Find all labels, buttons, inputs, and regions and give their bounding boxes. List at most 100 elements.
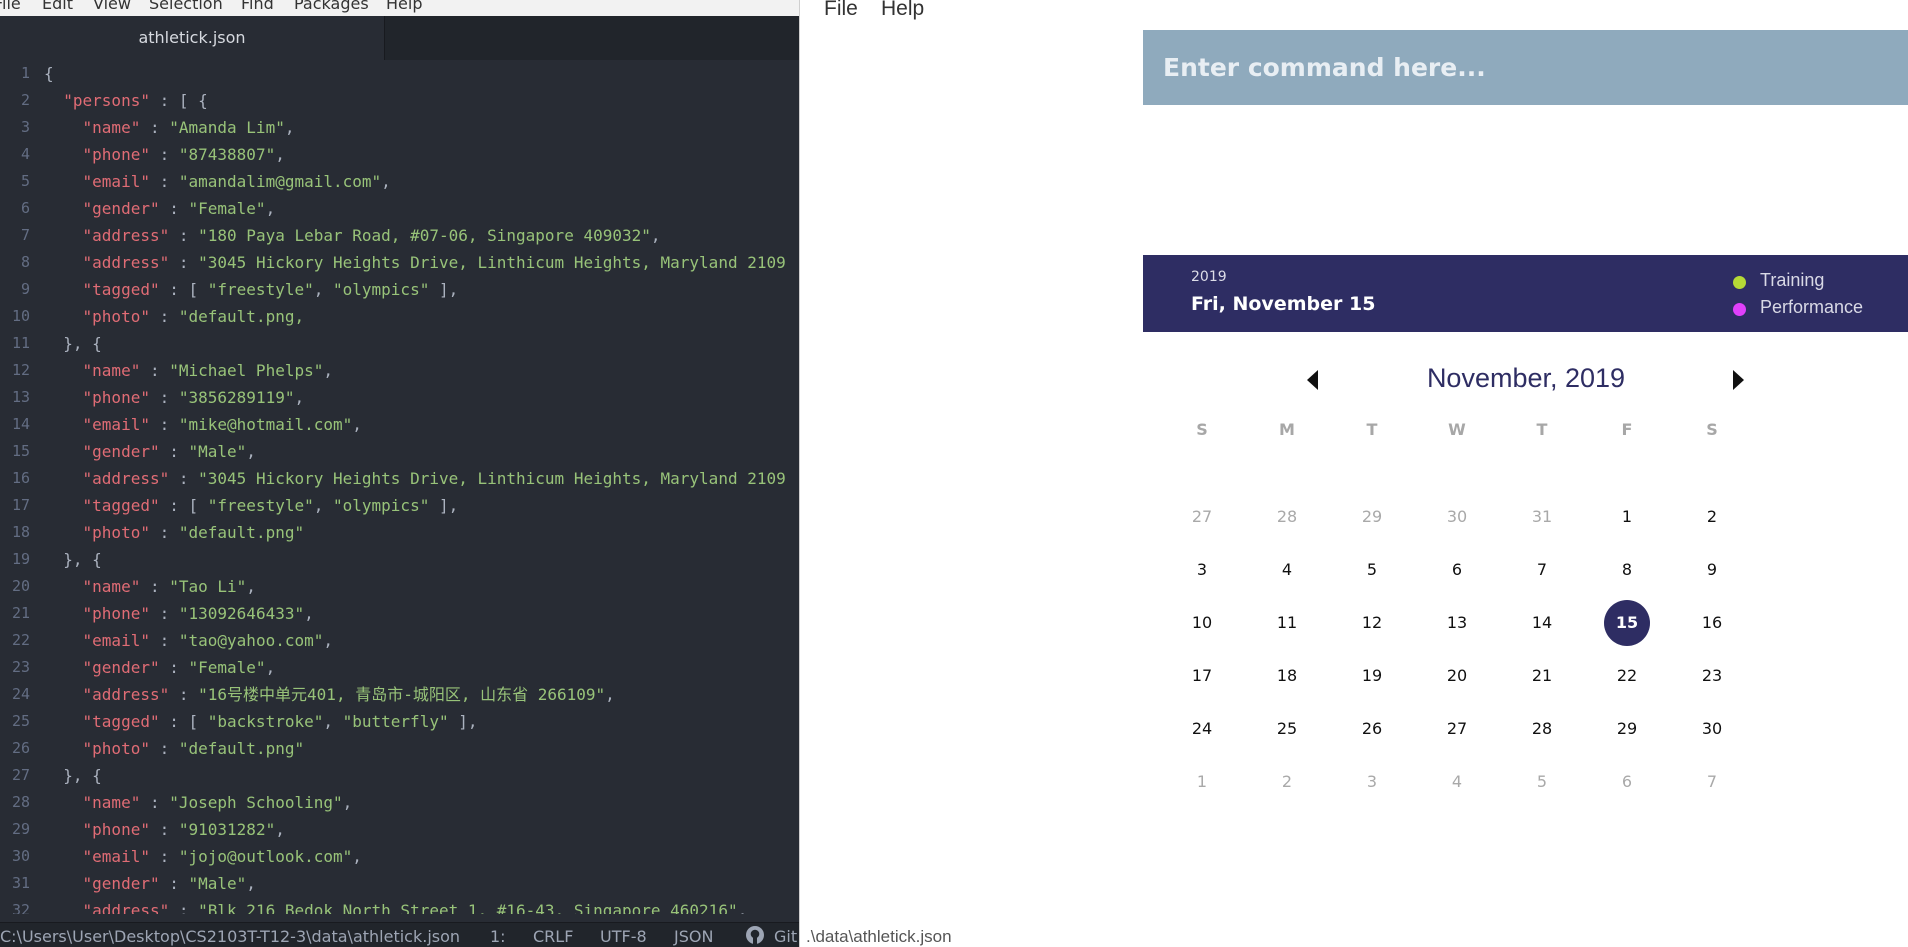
code-line[interactable]: 20 "name" : "Tao Li",	[0, 573, 799, 600]
calendar-day[interactable]: 9	[1689, 547, 1735, 593]
line-number: 18	[11, 523, 30, 541]
code-line[interactable]: 8 "address" : "3045 Hickory Heights Driv…	[0, 249, 799, 276]
calendar-day[interactable]: 30	[1434, 494, 1480, 540]
code-line[interactable]: 27 }, {	[0, 762, 799, 789]
app-menu-help[interactable]: Help	[881, 0, 924, 21]
calendar-day[interactable]: 31	[1519, 494, 1565, 540]
code-line[interactable]: 7 "address" : "180 Paya Lebar Road, #07-…	[0, 222, 799, 249]
calendar-day[interactable]: 29	[1349, 494, 1395, 540]
calendar-day[interactable]: 30	[1689, 706, 1735, 752]
calendar-day[interactable]: 23	[1689, 653, 1735, 699]
calendar-day-selected[interactable]: 15	[1604, 600, 1650, 646]
calendar-day[interactable]: 3	[1349, 759, 1395, 805]
app-menu-file[interactable]: File	[824, 0, 858, 21]
code-line[interactable]: 25 "tagged" : [ "backstroke", "butterfly…	[0, 708, 799, 735]
status-git[interactable]: Git	[774, 927, 797, 946]
calendar-day[interactable]: 11	[1264, 600, 1310, 646]
status-file-path[interactable]: C:\Users\User\Desktop\CS2103T-T12-3\data…	[0, 927, 460, 946]
calendar-day[interactable]: 7	[1689, 759, 1735, 805]
calendar-day[interactable]: 28	[1264, 494, 1310, 540]
code-line[interactable]: 14 "email" : "mike@hotmail.com",	[0, 411, 799, 438]
editor-menu-packages[interactable]: Packages	[294, 0, 369, 13]
editor-menu-help[interactable]: Help	[386, 0, 422, 13]
code-line[interactable]: 6 "gender" : "Female",	[0, 195, 799, 222]
code-line[interactable]: 11 }, {	[0, 330, 799, 357]
code-line[interactable]: 23 "gender" : "Female",	[0, 654, 799, 681]
code-line[interactable]: 22 "email" : "tao@yahoo.com",	[0, 627, 799, 654]
code-line[interactable]: 12 "name" : "Michael Phelps",	[0, 357, 799, 384]
calendar-day[interactable]: 29	[1604, 706, 1650, 752]
code-line[interactable]: 15 "gender" : "Male",	[0, 438, 799, 465]
calendar-day[interactable]: 6	[1434, 547, 1480, 593]
calendar-day[interactable]: 27	[1434, 706, 1480, 752]
code-line[interactable]: 2 "persons" : [ {	[0, 87, 799, 114]
code-line[interactable]: 21 "phone" : "13092646433",	[0, 600, 799, 627]
calendar-day[interactable]: 6	[1604, 759, 1650, 805]
status-line-ending[interactable]: CRLF	[533, 927, 573, 946]
calendar-day[interactable]: 4	[1434, 759, 1480, 805]
code-line[interactable]: 4 "phone" : "87438807",	[0, 141, 799, 168]
command-input[interactable]	[1143, 30, 1908, 105]
calendar-day[interactable]: 5	[1519, 759, 1565, 805]
code-line[interactable]: 1{	[0, 60, 799, 87]
code-area[interactable]: 1{2 "persons" : [ {3 "name" : "Amanda Li…	[0, 60, 799, 914]
calendar-day[interactable]: 22	[1604, 653, 1650, 699]
code-line[interactable]: 30 "email" : "jojo@outlook.com",	[0, 843, 799, 870]
code-line[interactable]: 16 "address" : "3045 Hickory Heights Dri…	[0, 465, 799, 492]
calendar-day[interactable]: 25	[1264, 706, 1310, 752]
code-line[interactable]: 5 "email" : "amandalim@gmail.com",	[0, 168, 799, 195]
code-line[interactable]: 18 "photo" : "default.png"	[0, 519, 799, 546]
status-encoding[interactable]: UTF-8	[600, 927, 647, 946]
code-line[interactable]: 19 }, {	[0, 546, 799, 573]
calendar-day[interactable]: 26	[1349, 706, 1395, 752]
editor-menu-view[interactable]: View	[93, 0, 131, 13]
code-line[interactable]: 31 "gender" : "Male",	[0, 870, 799, 897]
next-month-button[interactable]	[1729, 370, 1749, 392]
editor-tab-athletick-json[interactable]: athletick.json	[0, 16, 385, 60]
editor-menu-edit[interactable]: Edit	[42, 0, 73, 13]
calendar-day[interactable]: 24	[1179, 706, 1225, 752]
editor-menu-selection[interactable]: Selection	[149, 0, 223, 13]
calendar-day[interactable]: 1	[1179, 759, 1225, 805]
calendar-day[interactable]: 28	[1519, 706, 1565, 752]
calendar-day[interactable]: 2	[1689, 494, 1735, 540]
status-cursor-position[interactable]: 1:	[490, 927, 506, 946]
status-grammar[interactable]: JSON	[674, 927, 713, 946]
calendar-day[interactable]: 4	[1264, 547, 1310, 593]
code-line[interactable]: 3 "name" : "Amanda Lim",	[0, 114, 799, 141]
code-token: ,	[265, 199, 276, 218]
calendar-day[interactable]: 17	[1179, 653, 1225, 699]
calendar-day[interactable]: 7	[1519, 547, 1565, 593]
calendar-day[interactable]: 12	[1349, 600, 1395, 646]
editor-menu-file[interactable]: File	[0, 0, 21, 13]
editor-menu-find[interactable]: Find	[241, 0, 274, 13]
code-text: }, {	[44, 330, 102, 357]
code-line[interactable]: 13 "phone" : "3856289119",	[0, 384, 799, 411]
code-line[interactable]: 24 "address" : "16号楼中单元401, 青岛市-城阳区, 山东省…	[0, 681, 799, 708]
calendar-day[interactable]: 13	[1434, 600, 1480, 646]
code-line[interactable]: 10 "photo" : "default.png,	[0, 303, 799, 330]
calendar-day[interactable]: 27	[1179, 494, 1225, 540]
calendar-day[interactable]: 10	[1179, 600, 1225, 646]
calendar-day[interactable]: 1	[1604, 494, 1650, 540]
code-line[interactable]: 26 "photo" : "default.png"	[0, 735, 799, 762]
calendar-day[interactable]: 21	[1519, 653, 1565, 699]
calendar-day[interactable]: 3	[1179, 547, 1225, 593]
code-line[interactable]: 9 "tagged" : [ "freestyle", "olympics" ]…	[0, 276, 799, 303]
github-icon[interactable]	[745, 925, 765, 945]
calendar-day[interactable]: 16	[1689, 600, 1735, 646]
calendar-day[interactable]: 18	[1264, 653, 1310, 699]
code-line[interactable]: 17 "tagged" : [ "freestyle", "olympics" …	[0, 492, 799, 519]
calendar-day[interactable]: 2	[1264, 759, 1310, 805]
code-line[interactable]: 28 "name" : "Joseph Schooling",	[0, 789, 799, 816]
code-line[interactable]: 29 "phone" : "91031282",	[0, 816, 799, 843]
calendar-day[interactable]: 8	[1604, 547, 1650, 593]
calendar-day[interactable]: 20	[1434, 653, 1480, 699]
calendar-day[interactable]: 19	[1349, 653, 1395, 699]
calendar-day[interactable]: 14	[1519, 600, 1565, 646]
line-number: 6	[20, 199, 30, 217]
code-line[interactable]: 32 "address" : "Blk 216 Bedok North Stre…	[0, 897, 799, 914]
calendar-day[interactable]: 5	[1349, 547, 1395, 593]
previous-month-button[interactable]	[1303, 370, 1323, 392]
